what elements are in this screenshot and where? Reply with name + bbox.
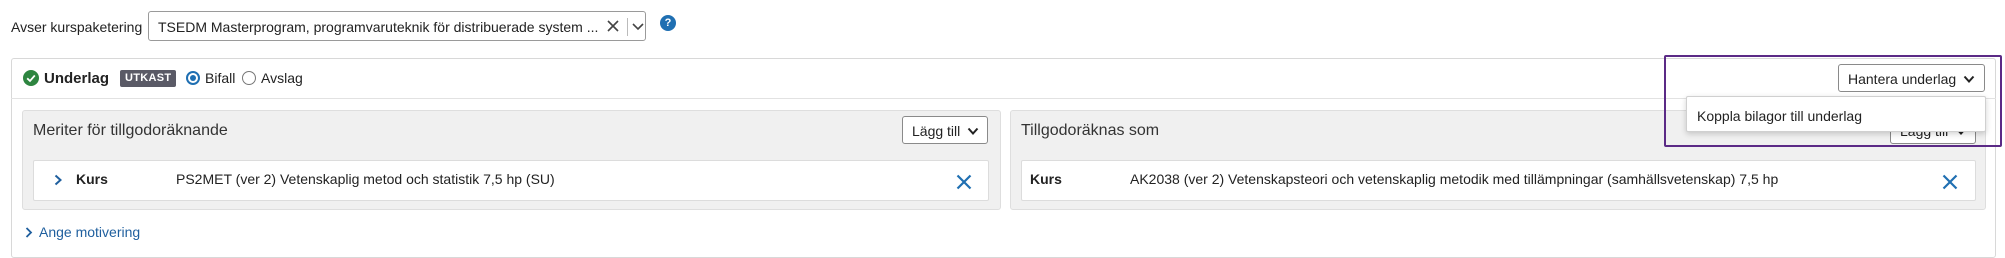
kurspaketering-selected-value: TSEDM Masterprogram, programvaruteknik f… [158,19,599,35]
close-icon[interactable] [955,173,973,191]
status-badge: UTKAST [120,70,177,87]
course-name: AK2038 (ver 2) Vetenskapsteori och veten… [1130,171,1779,187]
chevron-down-icon [967,127,979,135]
meriter-title: Meriter för tillgodoräknande [33,122,228,139]
chevron-right-icon [25,227,33,238]
course-name: PS2MET (ver 2) Vetenskaplig metod och st… [176,171,555,187]
hantera-underlag-label: Hantera underlag [1848,71,1957,87]
underlag-header [11,58,1996,99]
menu-item-koppla-bilagor[interactable]: Koppla bilagor till underlag [1697,108,1862,124]
kurspaketering-label: Avser kurspaketering [11,19,143,35]
tillgodoraknas-title: Tillgodoräknas som [1021,122,1160,139]
kurspaketering-select[interactable]: TSEDM Masterprogram, programvaruteknik f… [148,11,646,41]
course-type: Kurs [76,171,108,187]
bifall-radio[interactable] [186,71,200,85]
ange-motivering-label: Ange motivering [39,224,141,240]
chevron-down-icon [1963,75,1975,83]
underlag-title: Underlag [44,70,110,87]
question-circle-icon[interactable]: ? [660,15,676,31]
avslag-radio[interactable] [242,71,256,85]
course-type: Kurs [1030,171,1062,187]
hantera-underlag-button[interactable]: Hantera underlag [1838,64,1985,92]
meriter-add-button[interactable]: Lägg till [902,116,988,144]
hantera-underlag-menu: Koppla bilagor till underlag [1686,96,1986,132]
close-icon[interactable] [1941,173,1959,191]
bifall-radio-label[interactable]: Bifall [205,70,235,86]
avslag-radio-label[interactable]: Avslag [261,70,303,86]
chevron-down-icon[interactable] [631,19,645,33]
clear-icon[interactable] [604,17,622,35]
add-button-label: Lägg till [912,123,961,139]
select-separator [627,18,628,36]
check-circle-icon [23,70,39,86]
chevron-right-icon[interactable] [53,174,63,186]
